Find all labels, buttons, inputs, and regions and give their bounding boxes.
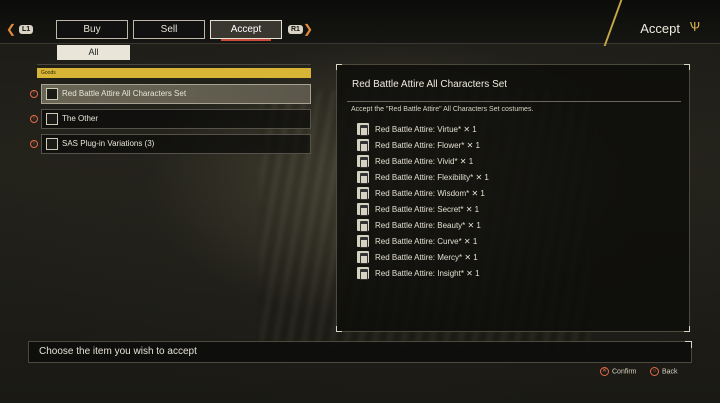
- trident-emblem-icon: Ѱ: [689, 19, 700, 34]
- costume-icon: [357, 138, 369, 152]
- l1-button-icon: L1: [19, 25, 34, 34]
- list-item[interactable]: Red Battle Attire All Characters Set: [41, 84, 311, 104]
- item-label: Red Battle Attire: Beauty* ✕ 1: [375, 221, 481, 230]
- tab-sell[interactable]: Sell: [133, 20, 205, 39]
- circle-button-icon: ○: [650, 367, 659, 376]
- back-hint[interactable]: ○ Back: [650, 367, 678, 376]
- divider: [37, 64, 311, 65]
- list-item: Red Battle Attire: Curve* ✕ 1: [357, 234, 478, 249]
- checkbox[interactable]: [46, 138, 58, 150]
- item-label: Red Battle Attire: Secret* ✕ 1: [375, 205, 480, 214]
- item-label: Red Battle Attire: Mercy* ✕ 1: [375, 253, 478, 262]
- list-item: Red Battle Attire: Secret* ✕ 1: [357, 202, 480, 217]
- detail-title: Red Battle Attire All Characters Set: [352, 79, 508, 90]
- costume-icon: [357, 234, 369, 248]
- divider: [347, 101, 681, 102]
- list-item: Red Battle Attire: Flexibility* ✕ 1: [357, 170, 489, 185]
- costume-icon: [357, 266, 369, 280]
- costume-icon: [357, 122, 369, 136]
- tab-buy[interactable]: Buy: [56, 20, 128, 39]
- list-item: Red Battle Attire: Insight* ✕ 1: [357, 266, 480, 281]
- item-label: Red Battle Attire: Virtue* ✕ 1: [375, 125, 477, 134]
- list-item[interactable]: SAS Plug-in Variations (3): [41, 134, 311, 154]
- costume-icon: [357, 154, 369, 168]
- r1-button-icon: R1: [288, 25, 303, 34]
- new-item-marker-icon: !: [30, 115, 38, 123]
- page-title: Accept: [640, 21, 680, 36]
- tab-right-arrow-icon[interactable]: ❯: [303, 22, 313, 36]
- list-item-label: Red Battle Attire All Characters Set: [62, 89, 187, 98]
- confirm-label: Confirm: [612, 368, 637, 376]
- list-item: Red Battle Attire: Virtue* ✕ 1: [357, 122, 477, 137]
- costume-icon: [357, 202, 369, 216]
- list-item: Red Battle Attire: Flower* ✕ 1: [357, 138, 480, 153]
- item-label: Red Battle Attire: Wisdom* ✕ 1: [375, 189, 485, 198]
- list-item: Red Battle Attire: Mercy* ✕ 1: [357, 250, 478, 265]
- filter-all-button[interactable]: All: [57, 45, 130, 60]
- checkbox[interactable]: [46, 88, 58, 100]
- detail-panel: Red Battle Attire All Characters Set Acc…: [336, 64, 690, 332]
- list-item: Red Battle Attire: Wisdom* ✕ 1: [357, 186, 485, 201]
- tab-left-arrow-icon[interactable]: ❮: [6, 22, 16, 36]
- list-item-label: SAS Plug-in Variations (3): [62, 139, 155, 148]
- list-item: Red Battle Attire: Vivid* ✕ 1: [357, 154, 474, 169]
- section-header: Goods: [37, 68, 311, 78]
- tab-accept[interactable]: Accept: [210, 20, 282, 41]
- item-label: Red Battle Attire: Flower* ✕ 1: [375, 141, 480, 150]
- list-item: Red Battle Attire: Beauty* ✕ 1: [357, 218, 481, 233]
- costume-icon: [357, 218, 369, 232]
- item-label: Red Battle Attire: Insight* ✕ 1: [375, 269, 480, 278]
- costume-icon: [357, 170, 369, 184]
- back-label: Back: [662, 368, 678, 376]
- new-item-marker-icon: !: [30, 140, 38, 148]
- confirm-hint[interactable]: ✕ Confirm: [600, 367, 637, 376]
- costume-icon: [357, 186, 369, 200]
- item-label: Red Battle Attire: Curve* ✕ 1: [375, 237, 478, 246]
- costume-icon: [357, 250, 369, 264]
- cross-button-icon: ✕: [600, 367, 609, 376]
- item-label: Red Battle Attire: Vivid* ✕ 1: [375, 157, 474, 166]
- new-item-marker-icon: !: [30, 90, 38, 98]
- list-item-label: The Other: [62, 114, 99, 123]
- header-divider: [603, 0, 623, 46]
- help-message: Choose the item you wish to accept: [28, 341, 692, 363]
- top-bar: ❮ L1 Buy Sell Accept R1 ❯ Accept Ѱ: [0, 0, 720, 46]
- detail-description: Accept the "Red Battle Attire" All Chara…: [351, 106, 534, 113]
- item-label: Red Battle Attire: Flexibility* ✕ 1: [375, 173, 489, 182]
- list-item[interactable]: The Other: [41, 109, 311, 129]
- checkbox[interactable]: [46, 113, 58, 125]
